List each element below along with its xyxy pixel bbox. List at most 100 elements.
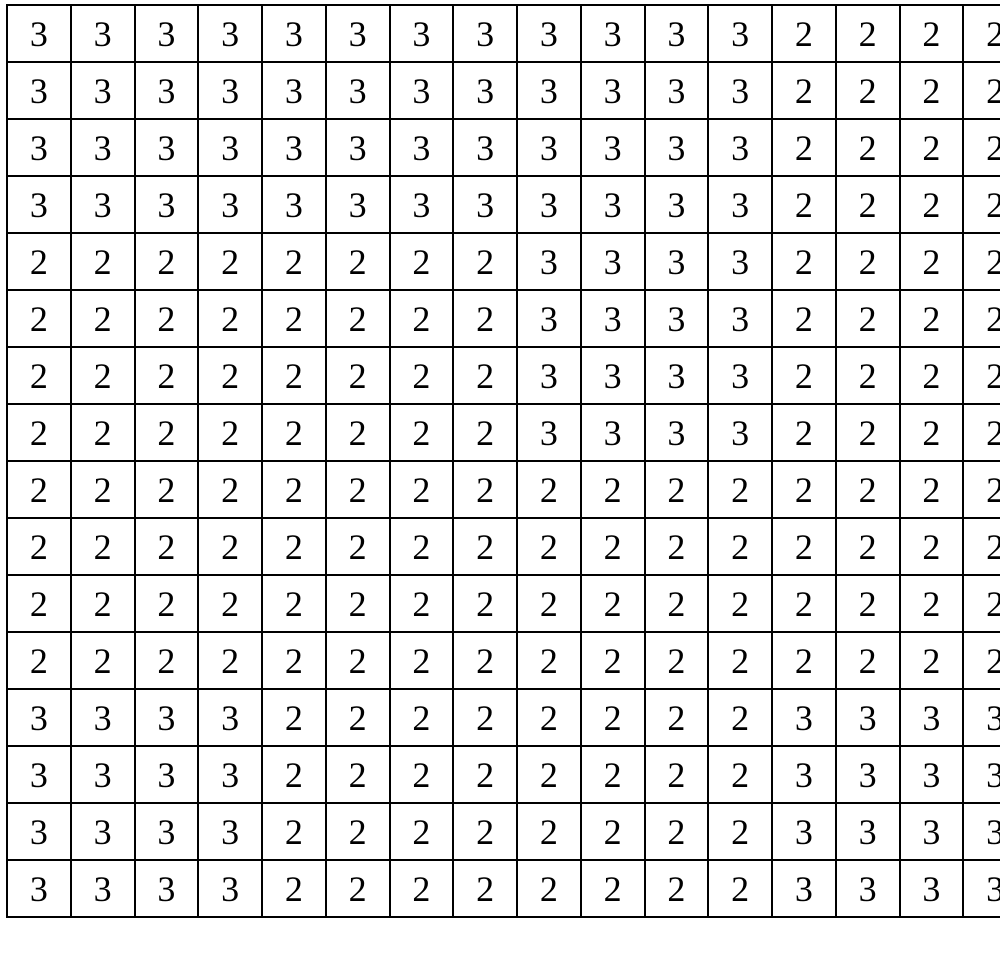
grid-cell: 3: [708, 347, 772, 404]
grid-cell: 2: [836, 632, 900, 689]
grid-cell: 3: [645, 62, 709, 119]
grid-cell: 3: [7, 803, 71, 860]
grid-cell: 2: [453, 746, 517, 803]
grid-cell: 2: [963, 347, 1000, 404]
grid-cell: 2: [708, 746, 772, 803]
grid-cell: 3: [7, 176, 71, 233]
grid-cell: 2: [836, 347, 900, 404]
grid-cell: 2: [772, 347, 836, 404]
grid-cell: 3: [262, 176, 326, 233]
grid-cell: 2: [645, 689, 709, 746]
grid-cell: 2: [581, 575, 645, 632]
grid-cell: 2: [900, 404, 964, 461]
grid-cell: 2: [453, 575, 517, 632]
grid-cell: 2: [135, 233, 199, 290]
grid-cell: 2: [963, 233, 1000, 290]
grid-cell: 2: [326, 632, 390, 689]
grid-cell: 3: [963, 803, 1000, 860]
grid-cell: 2: [71, 632, 135, 689]
grid-cell: 2: [517, 461, 581, 518]
grid-row: 3333333333332222: [7, 62, 1000, 119]
grid-cell: 2: [836, 119, 900, 176]
grid-cell: 2: [963, 290, 1000, 347]
grid-cell: 2: [7, 632, 71, 689]
grid-cell: 2: [71, 518, 135, 575]
grid-cell: 2: [963, 62, 1000, 119]
grid-cell: 3: [71, 62, 135, 119]
grid-cell: 2: [453, 803, 517, 860]
grid-cell: 3: [772, 860, 836, 917]
grid-cell: 2: [772, 176, 836, 233]
grid-cell: 2: [326, 290, 390, 347]
grid-cell: 3: [772, 803, 836, 860]
grid-cell: 2: [900, 575, 964, 632]
grid-cell: 2: [71, 233, 135, 290]
grid-cell: 2: [326, 689, 390, 746]
grid-cell: 2: [581, 860, 645, 917]
grid-cell: 2: [645, 803, 709, 860]
grid-cell: 2: [772, 518, 836, 575]
grid-cell: 2: [453, 518, 517, 575]
grid-cell: 2: [198, 233, 262, 290]
grid-cell: 2: [517, 803, 581, 860]
grid-cell: 3: [135, 689, 199, 746]
grid-row: 2222222222222222: [7, 461, 1000, 518]
grid-cell: 2: [326, 860, 390, 917]
grid-cell: 2: [198, 461, 262, 518]
grid-cell: 3: [71, 119, 135, 176]
grid-cell: 2: [453, 233, 517, 290]
grid-cell: 3: [517, 62, 581, 119]
grid-cell: 2: [262, 347, 326, 404]
grid-cell: 2: [453, 404, 517, 461]
grid-cell: 2: [390, 746, 454, 803]
grid-cell: 2: [326, 347, 390, 404]
grid-cell: 3: [390, 119, 454, 176]
grid-cell: 3: [581, 176, 645, 233]
grid-cell: 2: [963, 575, 1000, 632]
grid-cell: 3: [517, 290, 581, 347]
grid-cell: 3: [581, 233, 645, 290]
grid-cell: 3: [71, 176, 135, 233]
grid-cell: 2: [772, 233, 836, 290]
grid-cell: 3: [198, 176, 262, 233]
grid-cell: 2: [963, 518, 1000, 575]
grid-cell: 2: [262, 860, 326, 917]
grid-cell: 2: [836, 461, 900, 518]
grid-cell: 3: [71, 803, 135, 860]
grid-cell: 2: [453, 347, 517, 404]
grid-cell: 3: [71, 689, 135, 746]
grid-cell: 3: [198, 746, 262, 803]
grid-cell: 2: [326, 404, 390, 461]
grid-cell: 2: [326, 575, 390, 632]
grid-row: 2222222233332222: [7, 404, 1000, 461]
grid-cell: 3: [581, 62, 645, 119]
grid-cell: 2: [517, 575, 581, 632]
grid-cell: 2: [390, 518, 454, 575]
grid-cell: 3: [198, 119, 262, 176]
grid-cell: 3: [71, 5, 135, 62]
grid-cell: 2: [71, 461, 135, 518]
grid-cell: 3: [390, 62, 454, 119]
grid-cell: 2: [135, 290, 199, 347]
grid-cell: 3: [262, 119, 326, 176]
grid-row: 3333333333332222: [7, 5, 1000, 62]
grid-cell: 3: [708, 233, 772, 290]
grid-cell: 3: [198, 860, 262, 917]
grid-row: 3333333333332222: [7, 119, 1000, 176]
grid-cell: 2: [581, 518, 645, 575]
grid-cell: 2: [262, 689, 326, 746]
grid-cell: 3: [453, 5, 517, 62]
grid-row: 3333222222223333: [7, 803, 1000, 860]
grid-cell: 3: [581, 290, 645, 347]
grid-cell: 2: [135, 404, 199, 461]
grid-cell: 3: [135, 860, 199, 917]
grid-cell: 2: [772, 119, 836, 176]
grid-row: 3333222222223333: [7, 860, 1000, 917]
grid-row: 2222222233332222: [7, 347, 1000, 404]
grid-cell: 2: [645, 518, 709, 575]
grid-cell: 2: [517, 746, 581, 803]
grid-cell: 2: [135, 461, 199, 518]
grid-cell: 2: [135, 575, 199, 632]
grid-cell: 3: [900, 860, 964, 917]
grid-cell: 2: [708, 575, 772, 632]
